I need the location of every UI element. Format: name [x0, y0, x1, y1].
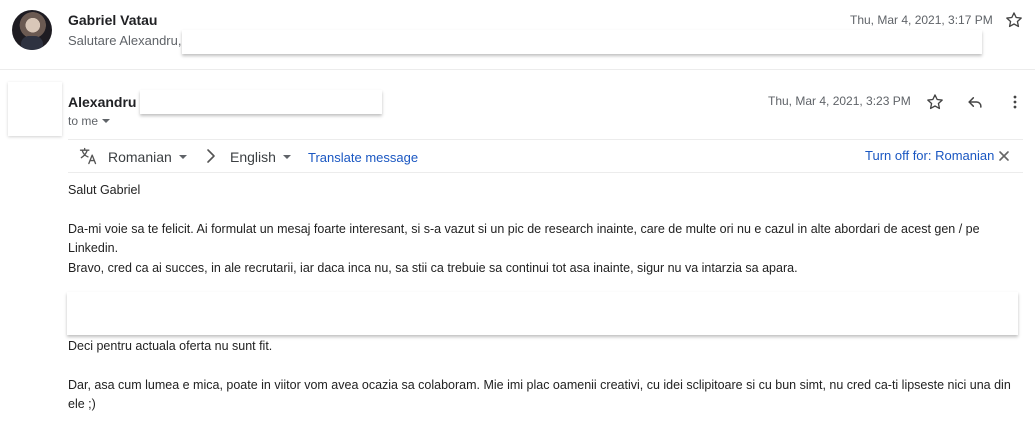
avatar	[12, 10, 52, 50]
close-icon[interactable]	[998, 150, 1010, 162]
recipient-label: to me	[68, 114, 99, 128]
redaction-box	[67, 292, 1018, 335]
body-paragraph: Bravo, cred ca ai succes, in ale recruta…	[68, 261, 798, 275]
message-date: Thu, Mar 4, 2021, 3:17 PM	[850, 13, 993, 27]
redaction-box	[182, 30, 982, 54]
avatar	[8, 82, 62, 136]
source-language-select[interactable]: Romanian	[108, 149, 187, 165]
recipient-dropdown[interactable]: to me	[68, 114, 111, 128]
sender-name: Alexandru	[68, 94, 137, 110]
message-collapsed[interactable]: Gabriel Vatau Salutare Alexandru, Thu, M…	[0, 0, 1035, 70]
chevron-right-icon	[207, 149, 215, 163]
redaction-box	[140, 90, 382, 114]
target-language-label: English	[230, 149, 276, 165]
more-vert-icon[interactable]	[1005, 92, 1025, 112]
caret-down-icon	[282, 155, 291, 159]
star-icon[interactable]	[1004, 10, 1024, 30]
sender-name: Gabriel Vatau	[68, 12, 158, 28]
translate-icon	[79, 147, 97, 165]
caret-down-icon	[178, 155, 187, 159]
message-date: Thu, Mar 4, 2021, 3:23 PM	[768, 94, 911, 108]
translate-bar: Romanian English Translate message Turn …	[68, 139, 1023, 173]
caret-down-icon	[102, 119, 111, 123]
body-paragraph: Deci pentru actuala oferta nu sunt fit.	[68, 339, 273, 353]
target-language-select[interactable]: English	[230, 149, 291, 165]
translate-message-link[interactable]: Translate message	[308, 150, 418, 165]
source-language-label: Romanian	[108, 149, 172, 165]
reply-icon[interactable]	[965, 92, 985, 112]
body-greeting: Salut Gabriel	[68, 183, 141, 197]
body-paragraph: Da-mi voie sa te felicit. Ai formulat un…	[68, 222, 980, 255]
turn-off-translation-link[interactable]: Turn off for: Romanian	[865, 148, 994, 163]
star-icon[interactable]	[925, 92, 945, 112]
body-paragraph: Dar, asa cum lumea e mica, poate in viit…	[68, 378, 1011, 411]
message-snippet: Salutare Alexandru,	[68, 33, 182, 48]
